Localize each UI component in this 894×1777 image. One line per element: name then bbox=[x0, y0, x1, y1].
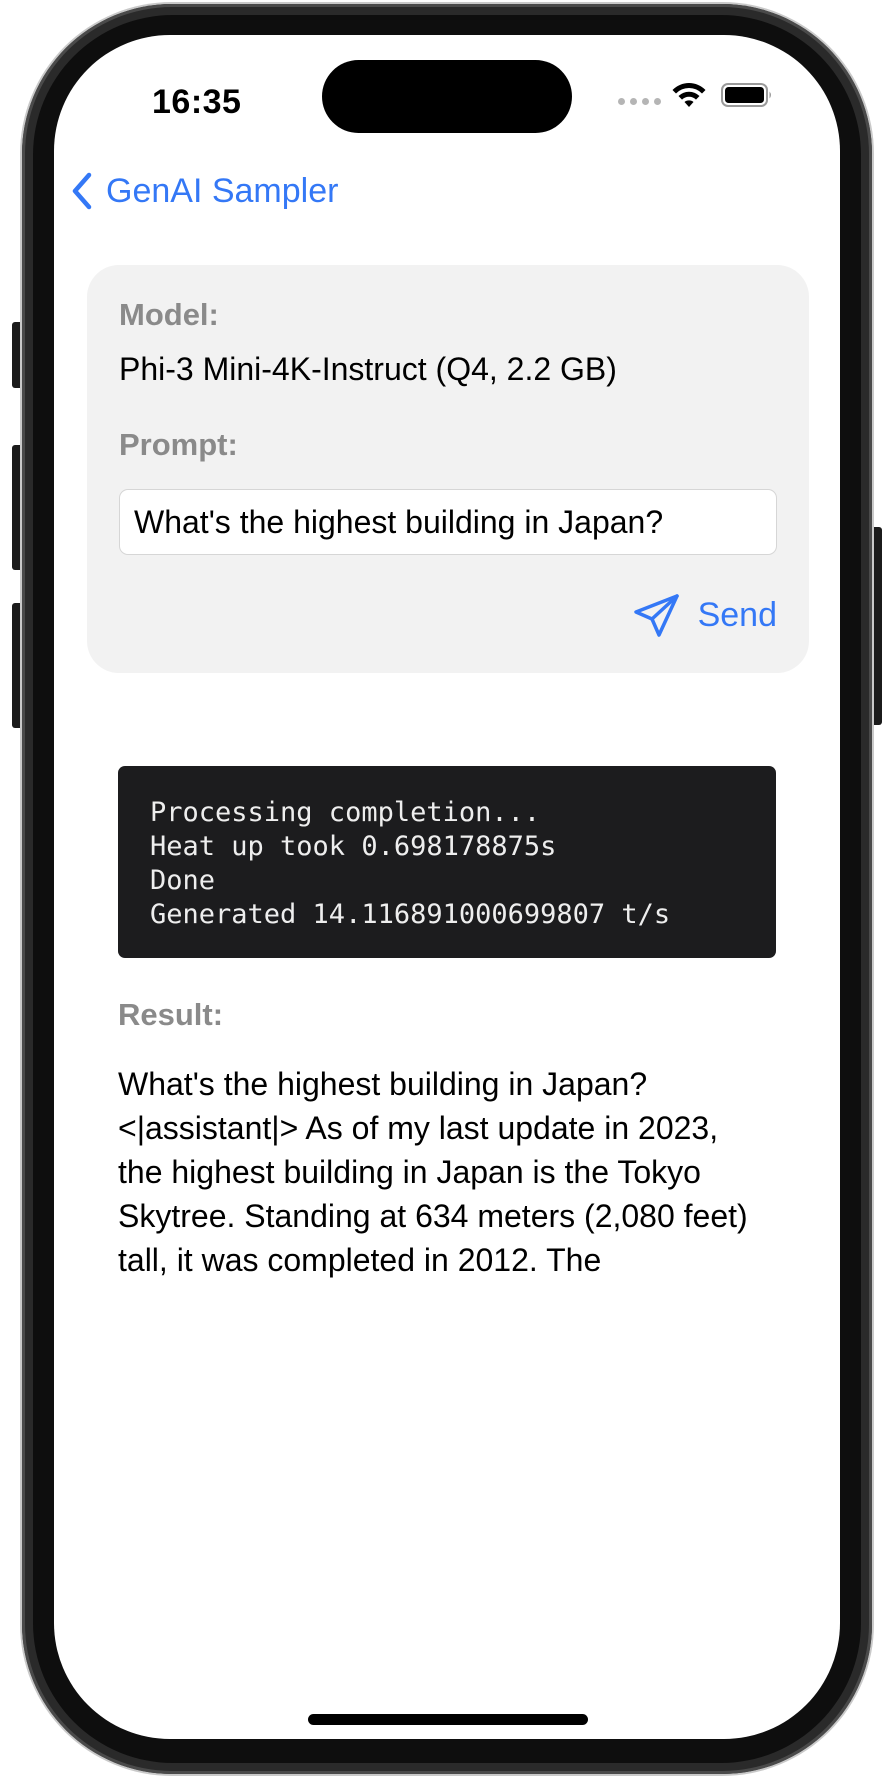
console-output: Processing completion... Heat up took 0.… bbox=[118, 766, 776, 958]
send-label: Send bbox=[697, 595, 777, 634]
chevron-left-icon bbox=[72, 172, 92, 210]
wifi-icon bbox=[672, 83, 706, 107]
back-button[interactable]: GenAI Sampler bbox=[68, 163, 338, 219]
model-value: Phi-3 Mini-4K-Instruct (Q4, 2.2 GB) bbox=[119, 351, 617, 387]
console-line: Done bbox=[150, 865, 216, 896]
prompt-input[interactable] bbox=[119, 489, 777, 555]
dynamic-island bbox=[322, 60, 572, 133]
device-stage: 16:35 GenAI Sampler Model: Phi-3 Mini-4K… bbox=[0, 0, 894, 1777]
result-label: Result: bbox=[118, 997, 224, 1032]
battery-icon bbox=[721, 83, 771, 107]
model-prompt-card: Model: Phi-3 Mini-4K-Instruct (Q4, 2.2 G… bbox=[87, 265, 809, 673]
back-label: GenAI Sampler bbox=[106, 172, 339, 210]
console-line: Generated 14.116891000699807 t/s bbox=[150, 899, 671, 930]
status-time: 16:35 bbox=[152, 83, 242, 121]
console-line: Heat up took 0.698178875s bbox=[150, 831, 557, 862]
console-line: Processing completion... bbox=[150, 797, 541, 828]
home-indicator[interactable] bbox=[308, 1714, 588, 1725]
result-text: What's the highest building in Japan? <|… bbox=[118, 1066, 748, 1278]
model-label: Model: bbox=[119, 297, 219, 332]
app-screen: 16:35 GenAI Sampler Model: Phi-3 Mini-4K… bbox=[54, 35, 840, 1739]
prompt-label: Prompt: bbox=[119, 427, 238, 462]
cellular-dots-icon bbox=[618, 98, 662, 106]
paper-plane-icon bbox=[633, 594, 679, 637]
send-button[interactable]: Send bbox=[632, 591, 777, 639]
power-button bbox=[871, 527, 882, 725]
